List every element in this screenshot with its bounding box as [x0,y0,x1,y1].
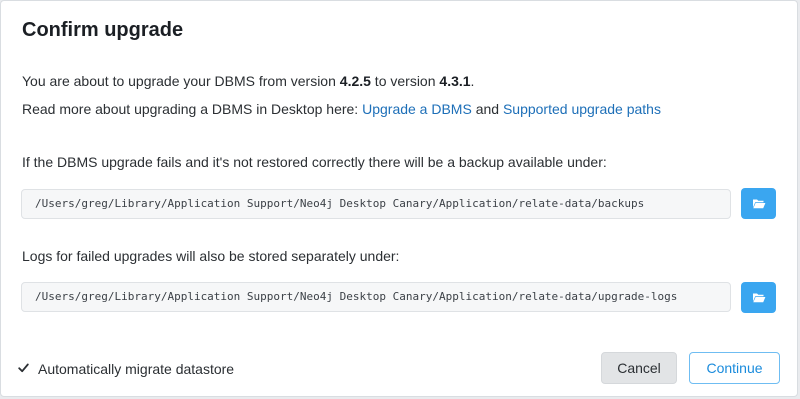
migrate-datastore-checkbox[interactable] [17,361,30,374]
supported-upgrade-paths-link[interactable]: Supported upgrade paths [503,101,661,117]
logs-path-field[interactable]: /Users/greg/Library/Application Support/… [21,282,731,312]
confirm-upgrade-dialog: Confirm upgrade You are about to upgrade… [0,0,798,397]
folder-open-icon [752,293,765,303]
logs-label: Logs for failed upgrades will also be st… [22,248,400,264]
upgrade-intro-text: You are about to upgrade your DBMS from … [22,73,474,89]
read-more-connector: and [471,101,503,117]
intro-prefix: You are about to upgrade your DBMS from … [22,73,340,89]
open-backup-folder-button[interactable] [741,188,776,219]
checkmark-icon [18,363,29,372]
cancel-button[interactable]: Cancel [601,352,677,384]
folder-open-icon [752,199,765,209]
continue-button[interactable]: Continue [689,352,780,384]
to-version: 4.3.1 [439,73,471,89]
upgrade-dbms-link[interactable]: Upgrade a DBMS [362,101,472,117]
read-more-text: Read more about upgrading a DBMS in Desk… [22,101,661,117]
intro-suffix: . [470,73,475,89]
migrate-datastore-label[interactable]: Automatically migrate datastore [38,361,234,377]
read-more-prefix: Read more about upgrading a DBMS in Desk… [22,101,363,117]
backup-path-field[interactable]: /Users/greg/Library/Application Support/… [21,189,731,219]
open-logs-folder-button[interactable] [741,282,776,313]
intro-middle: to version [370,73,440,89]
from-version: 4.2.5 [339,73,371,89]
dialog-title: Confirm upgrade [22,19,184,41]
backup-label: If the DBMS upgrade fails and it's not r… [22,154,607,170]
